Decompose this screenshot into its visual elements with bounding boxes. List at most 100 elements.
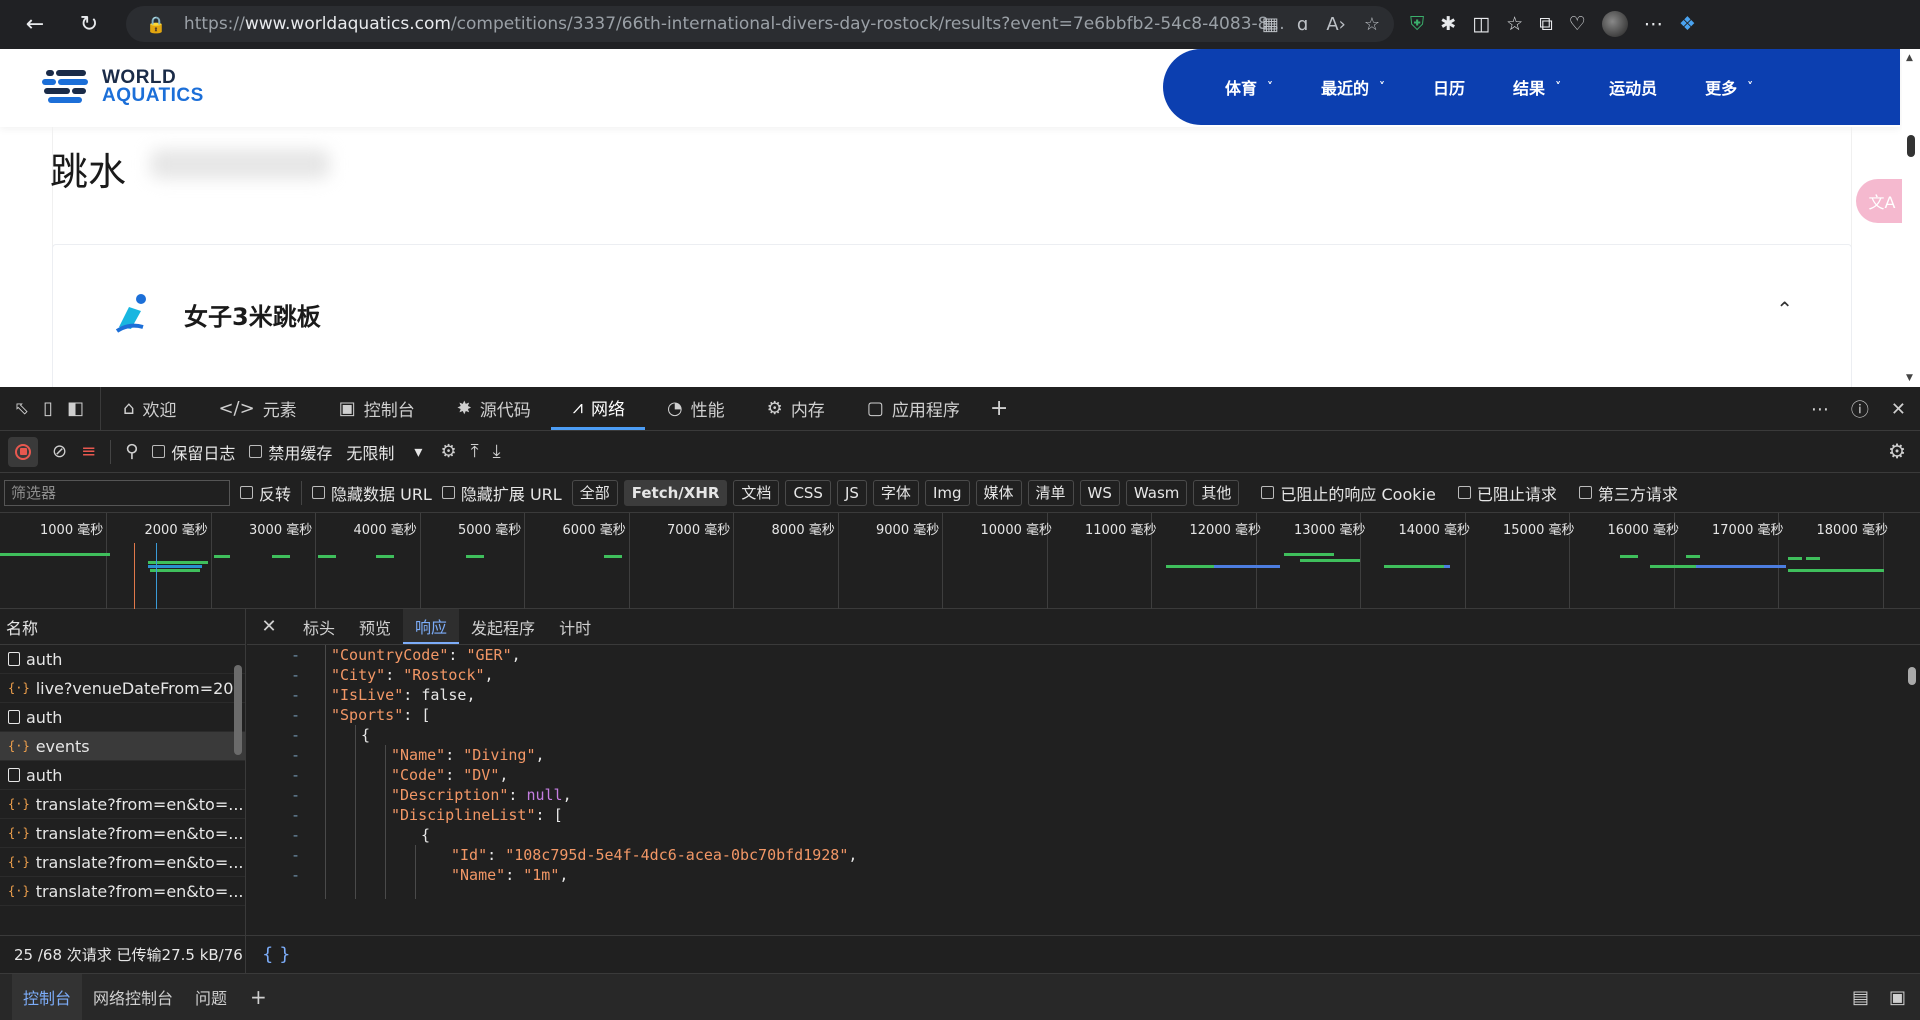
timeline-tick-label: 16000 毫秒 bbox=[1607, 523, 1680, 538]
blocked-requests-checkbox[interactable]: 已阻止请求 bbox=[1457, 481, 1557, 505]
request-row[interactable]: {·} live?venueDateFrom=20... bbox=[0, 674, 245, 703]
request-row[interactable]: {·} events bbox=[0, 732, 245, 761]
invert-checkbox[interactable]: 反转 bbox=[240, 481, 291, 505]
reload-icon[interactable]: ↻ bbox=[70, 5, 108, 43]
type-filter-button[interactable]: JS bbox=[836, 479, 867, 506]
drawer-tab[interactable]: 问题 bbox=[184, 974, 238, 1020]
toggle-sidebar-icon[interactable]: ◧ bbox=[67, 398, 84, 419]
response-scrollbar[interactable] bbox=[1906, 645, 1918, 899]
tab-3[interactable]: ✸ 源代码 bbox=[435, 387, 551, 430]
pretty-print-button[interactable]: { } bbox=[246, 944, 291, 965]
blocked-cookies-checkbox[interactable]: 已阻止的响应 Cookie bbox=[1261, 481, 1436, 505]
export-har-icon[interactable]: ⤓ bbox=[493, 441, 501, 462]
import-har-icon[interactable]: ⤒ bbox=[471, 441, 479, 462]
more-tools-icon[interactable]: ⋯ bbox=[1811, 399, 1829, 420]
type-filter-button[interactable]: 字体 bbox=[872, 479, 919, 506]
profile-avatar[interactable] bbox=[1601, 11, 1628, 37]
request-list-scrollbar[interactable] bbox=[232, 645, 244, 935]
tab-4[interactable]: ⩘ 网络 bbox=[550, 387, 645, 430]
request-row[interactable]: {·} translate?from=en&to=... bbox=[0, 790, 245, 819]
type-filter-button[interactable]: 媒体 bbox=[975, 479, 1022, 506]
request-row[interactable]: auth bbox=[0, 703, 245, 732]
tab-0[interactable]: ⌂ 欢迎 bbox=[101, 387, 196, 430]
favorite-star-icon[interactable]: ☆ bbox=[1364, 14, 1380, 35]
detail-tab[interactable]: 预览 bbox=[347, 609, 403, 644]
page-scrollbar[interactable]: ▲ ▼ bbox=[1902, 49, 1920, 387]
nav-item-4[interactable]: 运动员 bbox=[1609, 75, 1657, 99]
request-row[interactable]: {·} translate?from=en&to=... bbox=[0, 848, 245, 877]
response-body[interactable]: - "CountryCode": "GER", - "City": "Rostock"… bbox=[247, 645, 1907, 899]
search-icon[interactable]: ⚲ bbox=[125, 441, 138, 462]
type-filter-button[interactable]: Img bbox=[924, 479, 970, 506]
timeline-request-bar bbox=[1384, 565, 1444, 568]
close-detail-icon[interactable]: ✕ bbox=[247, 616, 291, 637]
request-row[interactable]: {·} translate?from=en&to=... bbox=[0, 877, 245, 906]
type-filter-button[interactable]: 文档 bbox=[733, 479, 780, 506]
back-icon[interactable]: ← bbox=[16, 5, 54, 43]
tab-6[interactable]: ⚙ 内存 bbox=[745, 387, 845, 430]
apps-icon[interactable]: ▦ bbox=[1262, 14, 1279, 35]
read-aloud-icon[interactable]: A› bbox=[1326, 14, 1346, 35]
nav-item-2[interactable]: 日历 bbox=[1433, 75, 1465, 99]
preserve-log-checkbox[interactable]: 保留日志 bbox=[152, 440, 235, 464]
type-filter-button[interactable]: Wasm bbox=[1125, 479, 1188, 506]
tab-1[interactable]: </> 元素 bbox=[196, 387, 316, 430]
nav-item-1[interactable]: 最近的 ˅ bbox=[1321, 75, 1385, 99]
shield-extension-icon[interactable]: ⛨ bbox=[1410, 13, 1424, 35]
event-card[interactable]: 女子3米跳板 ⌃ bbox=[52, 244, 1852, 387]
chevron-up-icon[interactable]: ⌃ bbox=[1776, 297, 1793, 321]
tab-7[interactable]: ▢ 应用程序 bbox=[845, 387, 980, 430]
request-row[interactable]: {·} translate?from=en&to=... bbox=[0, 819, 245, 848]
copilot-icon[interactable]: ❖ bbox=[1679, 13, 1696, 35]
detail-tab[interactable]: 发起程序 bbox=[459, 609, 547, 644]
browser-essentials-icon[interactable]: ♡ bbox=[1569, 13, 1586, 35]
tab-5[interactable]: ◔ 性能 bbox=[645, 387, 745, 430]
network-settings-icon[interactable]: ⚙ bbox=[1888, 439, 1906, 463]
detail-tab[interactable]: 响应 bbox=[403, 609, 460, 644]
type-filter-button[interactable]: Fetch/XHR bbox=[623, 479, 728, 506]
disable-cache-checkbox[interactable]: 禁用缓存 bbox=[249, 440, 332, 464]
world-aquatics-logo[interactable]: WORLD AQUATICS bbox=[42, 64, 204, 110]
inspect-element-icon[interactable]: ⬁ bbox=[14, 398, 29, 419]
detail-tab[interactable]: 计时 bbox=[547, 609, 603, 644]
help-icon[interactable]: ⓘ bbox=[1851, 396, 1869, 422]
nav-item-5[interactable]: 更多 ˅ bbox=[1705, 75, 1753, 99]
translate-fab-button[interactable]: 文A bbox=[1856, 179, 1908, 223]
tab-2[interactable]: ▣ 控制台 bbox=[317, 387, 435, 430]
network-conditions-icon[interactable]: ⚙ bbox=[440, 441, 456, 462]
clear-icon[interactable]: ⊘ bbox=[52, 441, 67, 462]
type-filter-button[interactable]: 全部 bbox=[571, 479, 618, 506]
collections-icon[interactable]: ⧉ bbox=[1539, 13, 1553, 35]
type-filter-button[interactable]: CSS bbox=[785, 479, 831, 506]
more-menu-icon[interactable]: ⋯ bbox=[1644, 13, 1663, 35]
type-filter-button[interactable]: 其他 bbox=[1193, 479, 1240, 506]
tab-label: 欢迎 bbox=[142, 401, 177, 421]
request-row[interactable]: auth bbox=[0, 761, 245, 790]
extensions-icon[interactable]: ✱ bbox=[1440, 13, 1456, 35]
add-drawer-tab-icon[interactable]: + bbox=[238, 985, 267, 1009]
filter-toggle-icon[interactable]: ≡ bbox=[81, 441, 96, 462]
nav-item-3[interactable]: 结果 ˅ bbox=[1513, 75, 1561, 99]
nav-item-0[interactable]: 体育 ˅ bbox=[1225, 75, 1273, 99]
network-overview-timeline[interactable]: 1000 毫秒 2000 毫秒 3000 毫秒 4000 毫秒 5000 毫秒 6000 … bbox=[0, 513, 1920, 609]
device-emulation-icon[interactable]: ▯ bbox=[43, 398, 53, 419]
drawer-tab[interactable]: 网络控制台 bbox=[82, 974, 184, 1020]
request-row[interactable]: auth bbox=[0, 645, 245, 674]
close-devtools-icon[interactable]: ✕ bbox=[1891, 399, 1906, 420]
type-filter-button[interactable]: WS bbox=[1079, 479, 1120, 506]
add-tool-icon[interactable]: + bbox=[980, 396, 1008, 421]
filter-input[interactable]: 筛选器 bbox=[4, 479, 230, 506]
favorites-icon[interactable]: ☆ bbox=[1506, 13, 1523, 35]
hide-extension-url-checkbox[interactable]: 隐藏扩展 URL bbox=[441, 481, 562, 505]
hide-data-url-checkbox[interactable]: 隐藏数据 URL bbox=[312, 481, 432, 505]
name-column-header[interactable]: 名称 bbox=[0, 609, 245, 645]
drawer-tab[interactable]: 控制台 bbox=[12, 974, 83, 1020]
address-bar[interactable]: 🔒 https://www.worldaquatics.com/competit… bbox=[126, 6, 1394, 42]
type-filter-button[interactable]: 清单 bbox=[1027, 479, 1074, 506]
split-screen-icon[interactable]: ◫ bbox=[1472, 13, 1490, 35]
third-party-checkbox[interactable]: 第三方请求 bbox=[1578, 481, 1678, 505]
detail-tab[interactable]: 标头 bbox=[291, 609, 347, 644]
translate-page-icon[interactable]: ɑ bbox=[1297, 14, 1308, 35]
record-button[interactable] bbox=[8, 436, 38, 467]
throttling-select[interactable]: 无限制 ▾ bbox=[346, 440, 426, 464]
